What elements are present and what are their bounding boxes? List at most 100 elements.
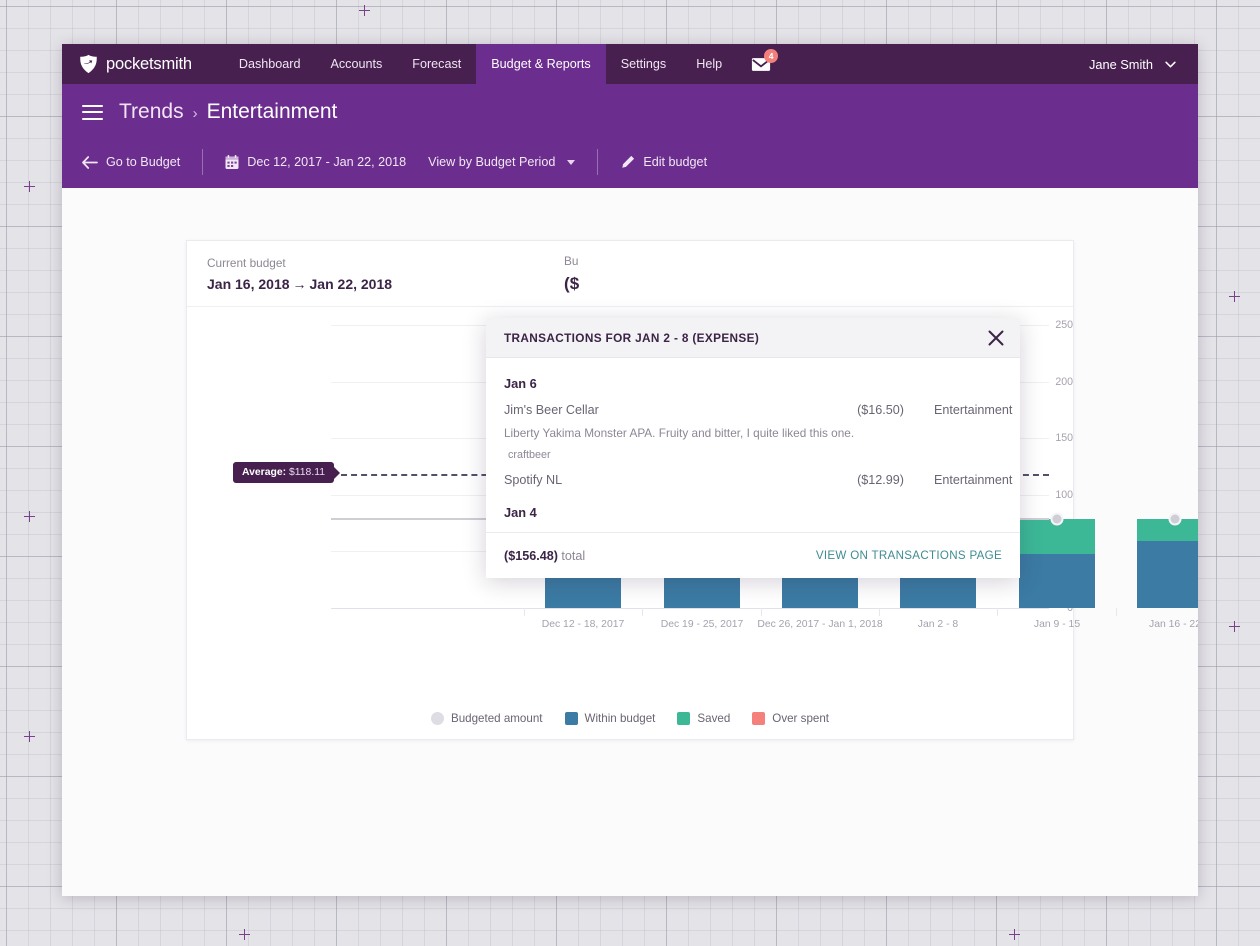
- background-marker: [24, 731, 35, 742]
- caret-down-icon: [567, 159, 576, 165]
- nav-item-accounts[interactable]: Accounts: [315, 44, 397, 84]
- primary-nav-items: Dashboard Accounts Forecast Budget & Rep…: [224, 44, 785, 84]
- bar-jan-16-22[interactable]: [1137, 519, 1198, 608]
- toolbar-divider: [597, 149, 599, 175]
- chart-legend: Budgeted amount Within budget Saved Over…: [187, 712, 1073, 725]
- range-arrow-icon: →: [292, 275, 307, 292]
- legend-item-within-budget[interactable]: Within budget: [564, 712, 655, 725]
- modal-total-amount: ($156.48): [504, 548, 558, 563]
- user-menu[interactable]: Jane Smith: [1089, 44, 1198, 84]
- nav-item-dashboard[interactable]: Dashboard: [224, 44, 316, 84]
- page-header: Trends › Entertainment Go to Budget Dec …: [62, 84, 1198, 188]
- budgeted-block: Bu ($: [452, 254, 639, 294]
- transaction-amount: ($12.99): [857, 473, 904, 487]
- x-tick-mark: [879, 608, 880, 616]
- transaction-amount: ($16.50): [857, 403, 904, 417]
- transaction-main: Spotify NL ($12.99) Entertainment: [504, 473, 1012, 487]
- go-to-budget-label: Go to Budget: [106, 155, 181, 169]
- transaction-category: Entertainment: [934, 403, 1013, 417]
- page-content: Current budget Jan 16, 2018 → Jan 22, 2018…: [62, 188, 1198, 896]
- background-marker: [24, 511, 35, 522]
- legend-swatch-icon: [564, 712, 578, 725]
- x-tick-label-dec-19-25: Dec 19 - 25, 2017: [660, 619, 744, 630]
- current-budget-block: Current budget Jan 16, 2018 → Jan 22, 2018: [207, 256, 452, 292]
- legend-swatch-icon: [752, 712, 766, 725]
- transaction-row[interactable]: Spotify NL ($12.99) Entertainment: [504, 465, 1012, 487]
- legend-label: Budgeted amount: [450, 712, 543, 725]
- chevron-down-icon: [1165, 61, 1176, 68]
- current-budget-label: Current budget: [207, 255, 286, 270]
- bar-segment-saved: [1137, 519, 1198, 541]
- arrow-left-icon: [82, 155, 98, 169]
- legend-label: Saved: [697, 712, 731, 725]
- transaction-row[interactable]: Jim's Beer Cellar ($16.50) Entertainment…: [504, 393, 1012, 465]
- messages-badge: 4: [764, 49, 779, 63]
- legend-swatch-dot-icon: [430, 712, 444, 725]
- view-on-transactions-page-link[interactable]: VIEW ON TRANSACTIONS PAGE: [816, 549, 1002, 562]
- shield-check-icon: [80, 54, 97, 74]
- close-icon[interactable]: [986, 328, 1006, 348]
- pocketsmith-logo[interactable]: pocketsmith: [62, 44, 192, 84]
- page-title-row: Trends › Entertainment: [62, 84, 1198, 136]
- view-by-dropdown[interactable]: View by Budget Period: [428, 155, 576, 169]
- date-range-label: Dec 12, 2017 - Jan 22, 2018: [247, 155, 407, 169]
- user-name: Jane Smith: [1088, 56, 1153, 72]
- x-tick-mark: [997, 608, 998, 616]
- average-value: $118.11: [288, 467, 326, 478]
- date-range-selector[interactable]: Dec 12, 2017 - Jan 22, 2018: [225, 154, 407, 170]
- transaction-name: Spotify NL: [504, 473, 563, 487]
- legend-label: Over spent: [772, 712, 830, 725]
- breadcrumb: Trends › Entertainment: [119, 100, 337, 124]
- bar-jan-9-15[interactable]: [1019, 519, 1095, 608]
- legend-item-saved[interactable]: Saved: [677, 712, 730, 725]
- x-tick-mark: [524, 608, 525, 616]
- calendar-icon: [225, 154, 239, 169]
- x-tick-label-dec-12-18: Dec 12 - 18, 2017: [541, 619, 625, 630]
- page-toolbar: Go to Budget Dec 12, 2017 - Jan 22, 2018: [62, 136, 1198, 188]
- average-label: Average:: [242, 467, 287, 478]
- x-tick-label-jan-9-15: Jan 9 - 15: [1033, 619, 1081, 630]
- modal-title: TRANSACTIONS FOR JAN 2 - 8 (EXPENSE): [504, 330, 760, 345]
- bar-segment-within-budget: [1137, 541, 1198, 608]
- average-badge: Average: $118.11: [233, 462, 335, 483]
- transaction-group-date: Jan 4: [504, 505, 537, 520]
- bar-segment-within-budget: [1019, 554, 1095, 608]
- nav-item-forecast[interactable]: Forecast: [397, 44, 476, 84]
- budgeted-amount-dot: [1050, 512, 1064, 526]
- transaction-note: Liberty Yakima Monster APA. Fruity and b…: [504, 426, 855, 440]
- budgeted-value: ($: [564, 273, 580, 293]
- messages-button[interactable]: 4: [737, 44, 785, 84]
- legend-item-budgeted-amount[interactable]: Budgeted amount: [430, 712, 543, 725]
- legend-item-over-spent[interactable]: Over spent: [752, 712, 829, 725]
- edit-budget-label: Edit budget: [643, 155, 708, 169]
- breadcrumb-trends[interactable]: Trends: [119, 100, 184, 124]
- nav-item-budget-and-reports[interactable]: Budget & Reports: [476, 44, 606, 84]
- x-tick-mark: [761, 608, 762, 616]
- budget-summary-row: Current budget Jan 16, 2018 → Jan 22, 2018…: [187, 241, 1073, 307]
- transaction-group-date: Jan 6: [504, 376, 537, 391]
- current-budget-end: Jan 22, 2018: [309, 275, 393, 292]
- budgeted-amount-dot: [1168, 512, 1182, 526]
- background-marker: [1009, 929, 1020, 940]
- budgeted-label: Bu: [564, 253, 579, 268]
- transaction-category: Entertainment: [934, 473, 1013, 487]
- page-title: Entertainment: [206, 100, 338, 123]
- go-to-budget-button[interactable]: Go to Budget: [82, 155, 180, 169]
- transaction-tag[interactable]: craftbeer: [504, 440, 551, 465]
- pencil-icon: [622, 155, 635, 168]
- transaction-name: Jim's Beer Cellar: [504, 403, 599, 417]
- app-window: pocketsmith Dashboard Accounts Forecast …: [62, 44, 1198, 896]
- nav-item-help[interactable]: Help: [681, 44, 737, 84]
- top-navigation-bar: pocketsmith Dashboard Accounts Forecast …: [62, 44, 1198, 84]
- edit-budget-button[interactable]: Edit budget: [620, 155, 707, 170]
- menu-toggle-icon[interactable]: [82, 104, 103, 120]
- transactions-modal: TRANSACTIONS FOR JAN 2 - 8 (EXPENSE) Jan…: [486, 318, 1020, 578]
- background-marker: [359, 5, 370, 16]
- x-tick-mark: [642, 608, 643, 616]
- x-tick-label-dec-26-jan-1: Dec 26, 2017 - Jan 1, 2018: [757, 619, 883, 630]
- breadcrumb-separator: ›: [192, 105, 198, 122]
- x-axis-line: [331, 608, 1049, 609]
- view-by-label: View by Budget Period: [428, 155, 556, 169]
- nav-item-settings[interactable]: Settings: [606, 44, 682, 84]
- modal-body: Jan 6 Jim's Beer Cellar ($16.50) Enterta…: [486, 358, 1020, 532]
